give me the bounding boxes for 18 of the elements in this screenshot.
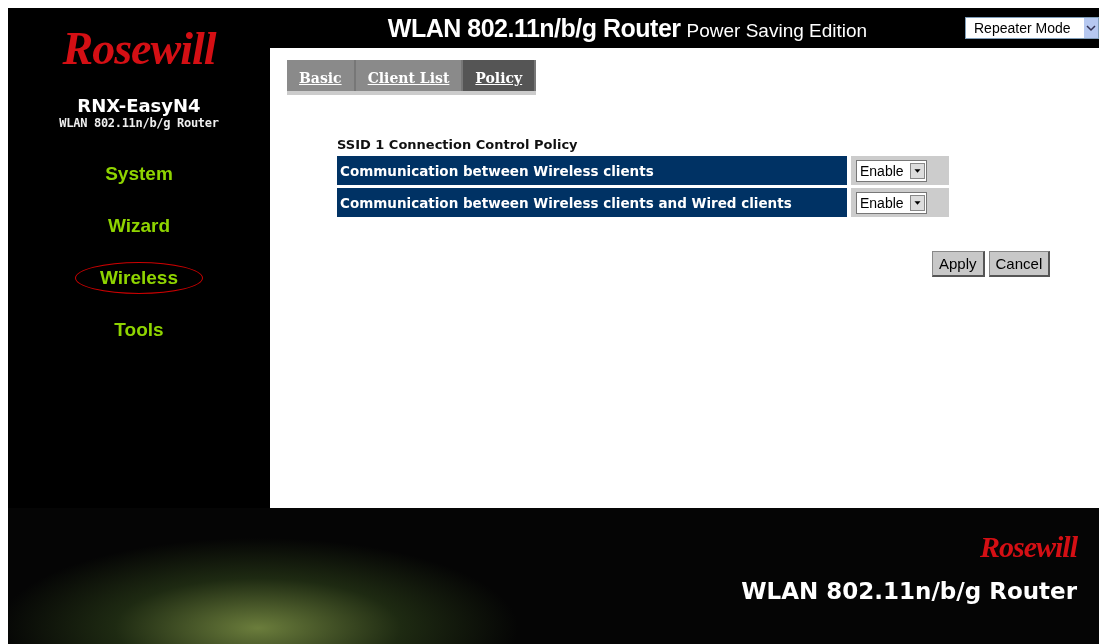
model-name: RNX-EasyN4 <box>77 95 201 116</box>
action-button[interactable]: Apply <box>932 251 985 277</box>
footer-logo: Rosewill <box>980 530 1077 564</box>
nav-item[interactable]: Tools <box>89 314 189 346</box>
setting-dropdown[interactable]: Enable <box>856 159 927 182</box>
tab[interactable]: Policy <box>463 60 537 91</box>
setting-label: Communication between Wireless clients and Wired clients <box>337 188 847 217</box>
nav-item[interactable]: Wizard <box>82 210 196 242</box>
setting-dropdown[interactable]: Enable <box>856 191 927 214</box>
nav-item[interactable]: System <box>80 158 198 190</box>
page-title: WLAN 802.11n/b/g Router Power Saving Edition <box>386 13 869 43</box>
model-subtitle: WLAN 802.11n/b/g Router <box>59 116 219 130</box>
action-button[interactable]: Cancel <box>988 251 1051 277</box>
footer-title: WLAN 802.11n/b/g Router <box>741 578 1077 604</box>
section-title: SSID 1 Connection Control Policy <box>337 137 579 152</box>
logo: Rosewill <box>62 22 216 75</box>
setting-label: Communication between Wireless clients <box>337 156 847 185</box>
mode-dropdown[interactable]: Repeater Mode <box>965 17 1099 39</box>
